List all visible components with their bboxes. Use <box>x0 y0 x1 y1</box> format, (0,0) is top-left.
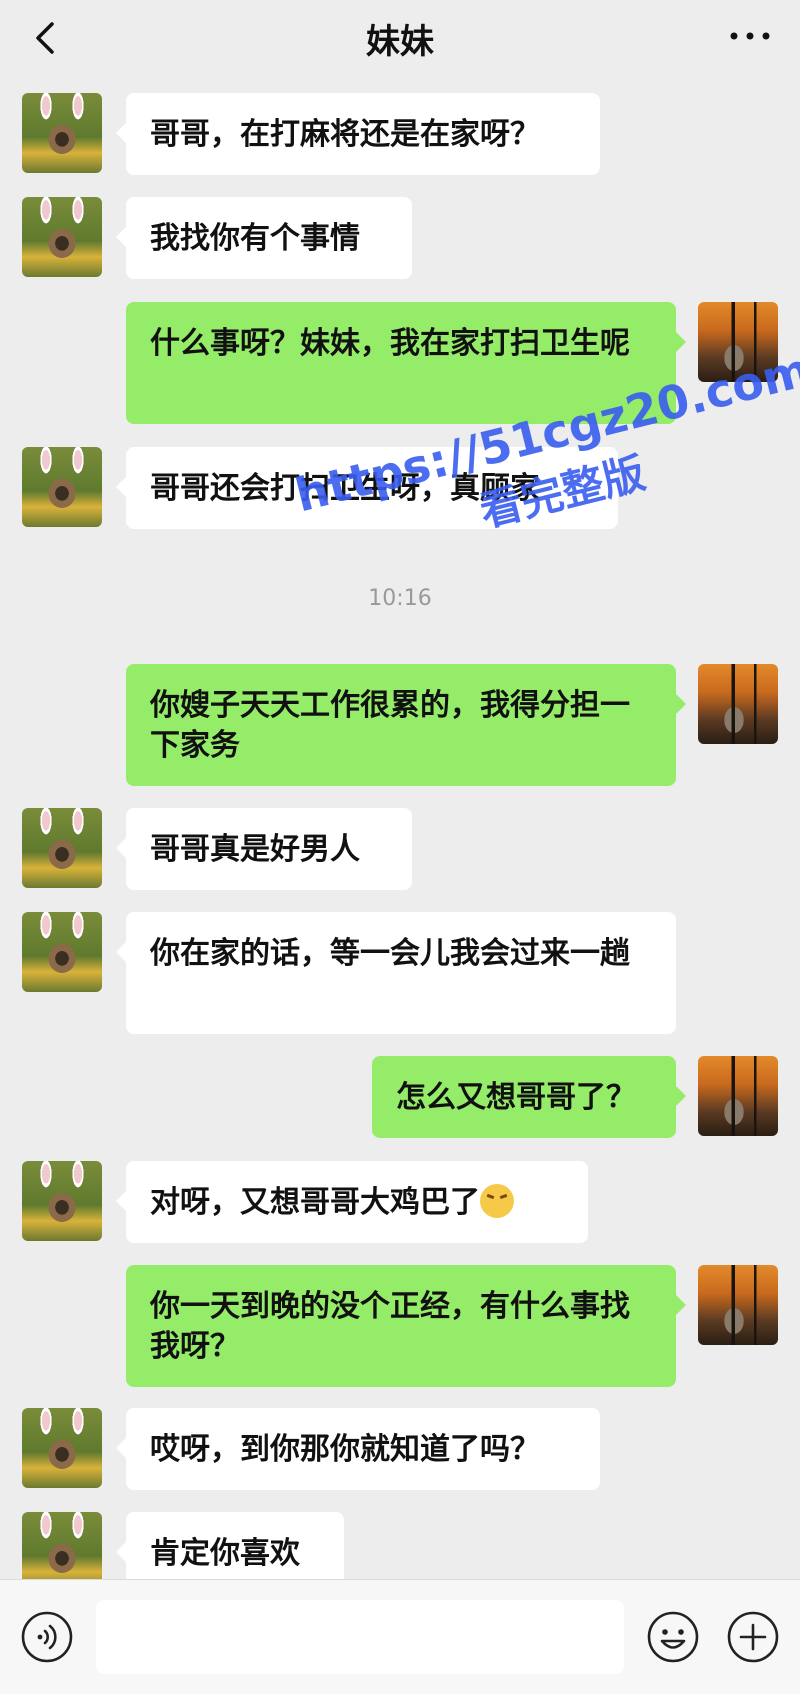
contact-avatar[interactable] <box>22 197 102 277</box>
message-input[interactable] <box>96 1600 624 1674</box>
voice-icon[interactable] <box>20 1610 74 1664</box>
sticker-emoji-icon <box>480 1184 514 1218</box>
message-text: 什么事呀？妹妹，我在家打扫卫生呢 <box>150 326 630 361</box>
message-bubble-received[interactable]: 哎呀，到你那你就知道了吗？ <box>116 1408 600 1490</box>
my-avatar[interactable] <box>698 1265 778 1345</box>
message-bubble-sent[interactable]: 怎么又想哥哥了？ <box>372 1056 686 1138</box>
contact-avatar[interactable] <box>22 447 102 527</box>
contact-avatar[interactable] <box>22 1512 102 1579</box>
contact-avatar[interactable] <box>22 1161 102 1241</box>
contact-avatar[interactable] <box>22 93 102 173</box>
input-bar <box>0 1579 800 1694</box>
message-bubble-sent[interactable]: 你一天到晚的没个正经，有什么事找我呀？ <box>126 1265 686 1387</box>
message-bubble-sent[interactable]: 你嫂子天天工作很累的，我得分担一下家务 <box>126 664 686 786</box>
message-bubble-received[interactable]: 对呀，又想哥哥大鸡巴了 <box>116 1161 588 1243</box>
plus-icon[interactable] <box>726 1610 780 1664</box>
message-text: 哥哥，在打麻将还是在家呀？ <box>150 117 540 152</box>
message-text: 你嫂子天天工作很累的，我得分担一下家务 <box>150 688 630 763</box>
my-avatar[interactable] <box>698 302 778 382</box>
message-bubble-received[interactable]: 哥哥还会打扫卫生呀，真顾家 <box>116 447 618 529</box>
contact-avatar[interactable] <box>22 912 102 992</box>
more-dots-icon[interactable] <box>728 26 772 46</box>
message-timestamp: 10:16 <box>368 586 432 611</box>
message-text: 哎呀，到你那你就知道了吗？ <box>150 1432 540 1467</box>
emoji-icon[interactable] <box>646 1610 700 1664</box>
message-text: 肯定你喜欢 <box>150 1536 300 1571</box>
chat-header: 妹妹 <box>0 0 800 76</box>
message-bubble-received[interactable]: 肯定你喜欢 <box>116 1512 344 1579</box>
message-text: 哥哥真是好男人 <box>150 832 360 867</box>
message-bubble-sent[interactable]: 什么事呀？妹妹，我在家打扫卫生呢 <box>126 302 686 424</box>
message-bubble-received[interactable]: 哥哥真是好男人 <box>116 808 412 890</box>
my-avatar[interactable] <box>698 664 778 744</box>
my-avatar[interactable] <box>698 1056 778 1136</box>
chat-title: 妹妹 <box>366 21 434 62</box>
message-text: 你一天到晚的没个正经，有什么事找我呀？ <box>150 1289 630 1364</box>
message-text: 对呀，又想哥哥大鸡巴了 <box>150 1185 480 1220</box>
contact-avatar[interactable] <box>22 808 102 888</box>
message-text: 你在家的话，等一会儿我会过来一趟 <box>150 936 630 971</box>
message-text: 怎么又想哥哥了？ <box>396 1080 636 1115</box>
chevron-left-icon[interactable] <box>26 18 66 58</box>
message-bubble-received[interactable]: 我找你有个事情 <box>116 197 412 279</box>
message-bubble-received[interactable]: 哥哥，在打麻将还是在家呀？ <box>116 93 600 175</box>
contact-avatar[interactable] <box>22 1408 102 1488</box>
message-text: 哥哥还会打扫卫生呀，真顾家 <box>150 471 540 506</box>
message-list[interactable]: 哥哥，在打麻将还是在家呀？ 我找你有个事情 什么事呀？妹妹，我在家打扫卫生呢 哥… <box>0 76 800 1579</box>
message-bubble-received[interactable]: 你在家的话，等一会儿我会过来一趟 <box>116 912 676 1034</box>
message-text: 我找你有个事情 <box>150 221 360 256</box>
